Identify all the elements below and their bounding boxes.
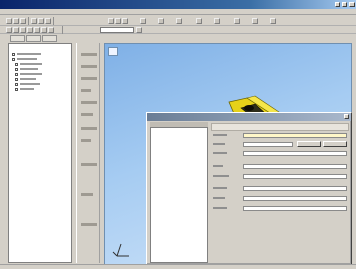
field-label xyxy=(213,187,227,189)
field-label xyxy=(213,165,223,167)
field-label xyxy=(213,143,225,145)
property-field[interactable] xyxy=(243,151,347,156)
tree-item[interactable] xyxy=(15,67,38,71)
tree-item[interactable] xyxy=(12,52,41,56)
rotate-icon[interactable] xyxy=(122,18,128,24)
panel-tab-strip xyxy=(8,34,72,43)
command-item[interactable] xyxy=(81,101,97,104)
property-field[interactable] xyxy=(243,196,347,201)
command-item[interactable] xyxy=(81,89,91,92)
zoom-icon[interactable] xyxy=(115,18,121,24)
tree-node-icon xyxy=(15,87,18,91)
command-item[interactable] xyxy=(81,193,93,196)
section-icon[interactable] xyxy=(234,18,240,24)
tree-node-icon xyxy=(15,62,18,66)
view-top-icon[interactable] xyxy=(158,18,164,24)
title-bar xyxy=(0,0,356,9)
tab-configurations[interactable] xyxy=(42,35,57,42)
feature-tree-panel xyxy=(8,43,72,263)
view-front-icon[interactable] xyxy=(140,18,146,24)
sketch-icon[interactable] xyxy=(6,27,12,33)
shaded-icon[interactable] xyxy=(196,18,202,24)
paste-icon[interactable] xyxy=(45,18,51,24)
command-item[interactable] xyxy=(81,65,97,68)
cad-application-window xyxy=(0,0,356,269)
field-label xyxy=(213,207,227,209)
configuration-selector[interactable] xyxy=(100,27,134,33)
cut-icon[interactable] xyxy=(31,18,37,24)
tree-node-icon xyxy=(12,57,15,61)
command-item[interactable] xyxy=(81,139,91,142)
toolbar-separator xyxy=(53,17,54,25)
chevron-down-icon[interactable] xyxy=(136,27,142,33)
field-label xyxy=(213,197,225,199)
status-bar xyxy=(0,264,356,269)
chamfer-icon[interactable] xyxy=(34,27,40,33)
options-icon[interactable] xyxy=(270,18,276,24)
maximize-button[interactable] xyxy=(342,2,347,7)
measure-icon[interactable] xyxy=(252,18,258,24)
property-field[interactable] xyxy=(243,164,347,169)
field-label xyxy=(213,175,229,177)
dialog-header-strip xyxy=(211,123,349,131)
command-manager-strip xyxy=(76,43,100,263)
tree-item[interactable] xyxy=(15,72,42,76)
tree-item[interactable] xyxy=(15,87,34,91)
open-file-icon[interactable] xyxy=(13,18,19,24)
window-close-button[interactable] xyxy=(349,2,355,7)
extrude-icon[interactable] xyxy=(13,27,19,33)
property-field[interactable] xyxy=(243,186,347,191)
copy-icon[interactable] xyxy=(38,18,44,24)
field-label xyxy=(213,152,227,154)
revolve-icon[interactable] xyxy=(20,27,26,33)
field-label xyxy=(213,134,227,136)
dialog-button[interactable] xyxy=(297,141,321,147)
axis-triad-icon xyxy=(112,243,129,257)
dialog-title-bar xyxy=(147,113,351,121)
toolbar-standard xyxy=(0,16,356,26)
tree-item[interactable] xyxy=(15,77,36,81)
close-icon[interactable] xyxy=(344,114,349,119)
view-iso-icon[interactable] xyxy=(176,18,182,24)
command-item[interactable] xyxy=(81,163,97,166)
property-field[interactable] xyxy=(243,206,347,211)
properties-dialog xyxy=(146,112,352,265)
command-item[interactable] xyxy=(81,53,97,56)
view-orientation-icon[interactable] xyxy=(108,47,118,56)
dialog-list[interactable] xyxy=(150,127,208,263)
command-item[interactable] xyxy=(81,77,97,80)
wireframe-icon[interactable] xyxy=(214,18,220,24)
tree-item[interactable] xyxy=(15,82,40,86)
tree-item[interactable] xyxy=(12,57,37,61)
toolbar-separator xyxy=(28,17,29,25)
toolbar-features xyxy=(0,26,356,34)
dialog-button[interactable] xyxy=(323,141,347,147)
tree-node-icon xyxy=(15,82,18,86)
pattern-icon[interactable] xyxy=(48,27,54,33)
tree-item[interactable] xyxy=(15,62,42,66)
command-item[interactable] xyxy=(81,113,93,116)
tree-node-icon xyxy=(15,72,18,76)
toolbar-separator xyxy=(62,26,63,34)
tab-properties[interactable] xyxy=(26,35,41,42)
property-field[interactable] xyxy=(243,142,293,147)
tree-node-icon xyxy=(15,67,18,71)
tree-node-icon xyxy=(15,77,18,81)
shell-icon[interactable] xyxy=(41,27,47,33)
command-item[interactable] xyxy=(81,223,97,226)
save-icon[interactable] xyxy=(20,18,26,24)
fillet-icon[interactable] xyxy=(27,27,33,33)
property-field[interactable] xyxy=(243,174,347,179)
property-field[interactable] xyxy=(243,133,347,138)
tab-feature-tree[interactable] xyxy=(10,35,25,42)
command-item[interactable] xyxy=(81,127,97,130)
minimize-button[interactable] xyxy=(335,2,340,7)
tree-node-icon xyxy=(12,52,15,56)
new-file-icon[interactable] xyxy=(6,18,12,24)
menu-bar xyxy=(0,9,356,15)
rebuild-icon[interactable] xyxy=(108,18,114,24)
